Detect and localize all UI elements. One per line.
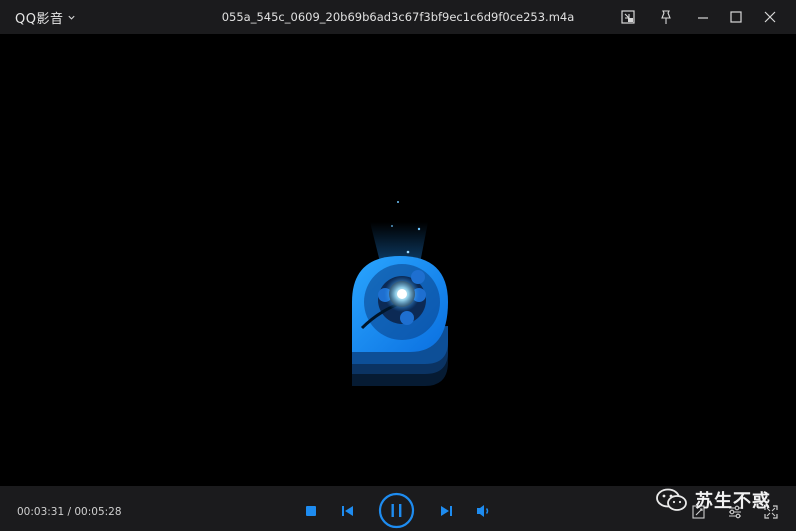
watermark-text: 苏生不惑	[695, 491, 771, 512]
previous-button[interactable]	[339, 503, 357, 519]
volume-button[interactable]	[474, 502, 494, 520]
previous-icon	[342, 506, 353, 516]
maximize-button[interactable]	[725, 6, 747, 28]
minimize-icon	[698, 17, 708, 19]
time-display: 00:03:31 / 00:05:28	[17, 506, 122, 518]
qq-player-logo	[352, 201, 448, 386]
title-bar: QQ影音 055a_545c_0609_20b69b6ad3c67f3bf9ec…	[0, 0, 796, 34]
mini-mode-icon	[621, 10, 635, 24]
next-button[interactable]	[437, 503, 455, 519]
volume-icon	[477, 505, 489, 517]
next-icon	[441, 506, 452, 516]
mini-mode-button[interactable]	[617, 6, 639, 28]
stop-icon	[306, 506, 316, 516]
close-icon	[764, 11, 776, 23]
pin-icon	[661, 10, 671, 24]
wechat-icon	[656, 488, 687, 511]
maximize-icon	[730, 11, 742, 23]
pin-button[interactable]	[655, 6, 677, 28]
minimize-button[interactable]	[692, 6, 714, 28]
close-button[interactable]	[759, 6, 781, 28]
play-pause-button[interactable]	[378, 492, 415, 529]
watermark: 苏生不惑	[655, 487, 771, 513]
pause-icon	[378, 492, 415, 529]
video-area[interactable]	[0, 34, 796, 486]
stop-button[interactable]	[303, 503, 319, 519]
